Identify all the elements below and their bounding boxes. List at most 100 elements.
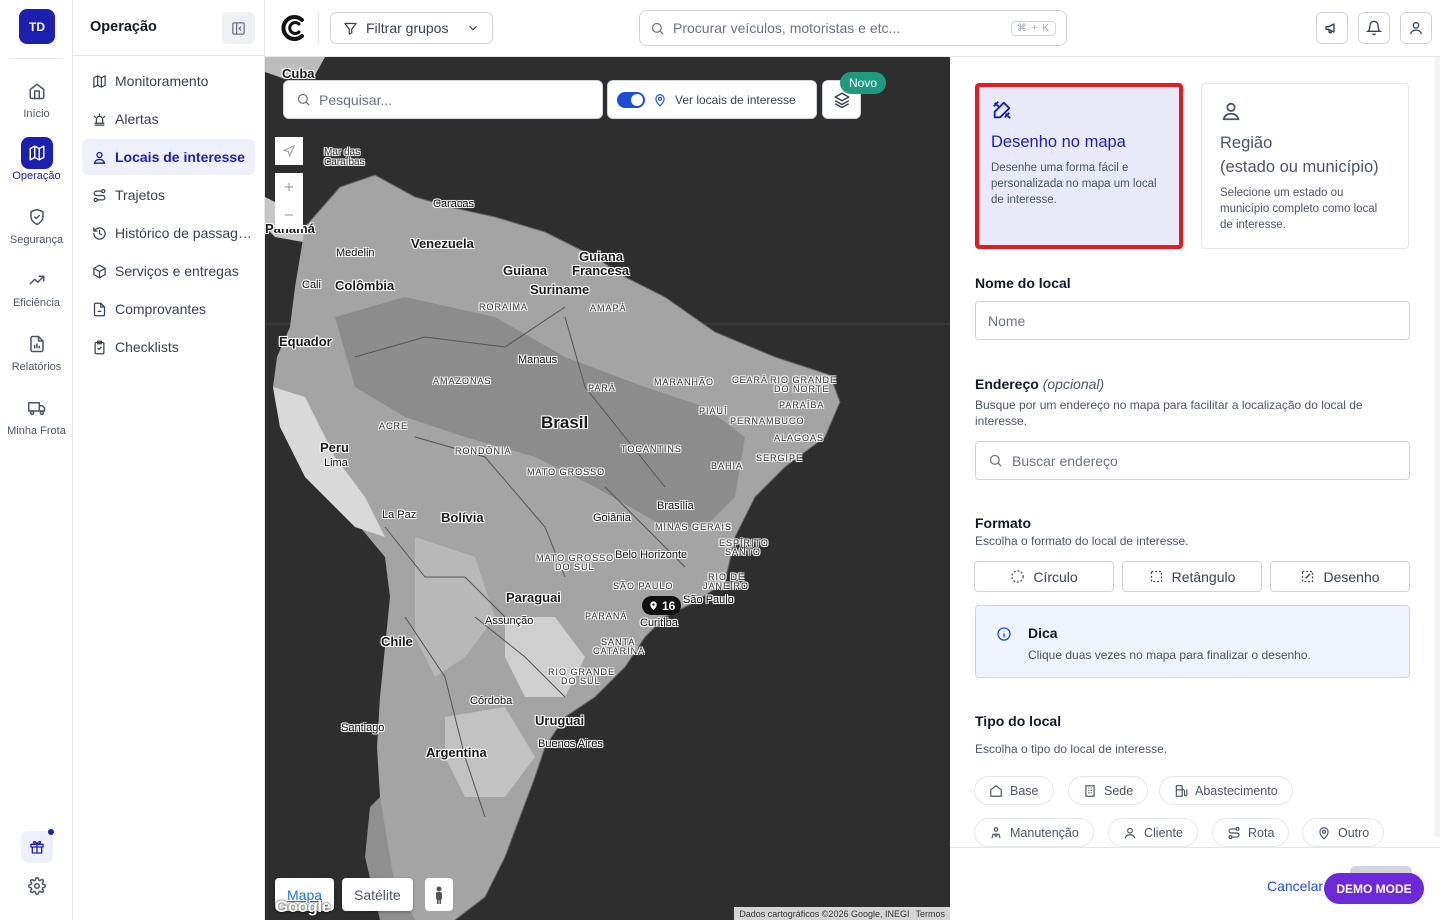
- terms-link[interactable]: Termos: [915, 909, 945, 919]
- type-chip-cliente[interactable]: Cliente: [1108, 818, 1198, 847]
- map-label: Brasil: [541, 413, 589, 432]
- map-label: Medelin: [336, 247, 375, 259]
- type-chip-outro[interactable]: Outro: [1302, 818, 1385, 847]
- map-label: ALAGOAS: [774, 433, 825, 443]
- map-label: Peru: [320, 440, 349, 455]
- org-avatar[interactable]: TD: [19, 9, 55, 44]
- rail-item-eficiencia[interactable]: Eficiência: [0, 264, 73, 309]
- map-label: AMAZONAS: [433, 376, 492, 386]
- minus-icon: [282, 208, 296, 222]
- name-field[interactable]: [975, 301, 1410, 340]
- vehicle-cluster-marker[interactable]: 16: [642, 596, 682, 615]
- map-label: Manaus: [518, 354, 558, 366]
- sidebar-item-checklists[interactable]: Checklists: [82, 329, 255, 365]
- sidebar-item-comprovantes[interactable]: Comprovantes: [82, 291, 255, 327]
- address-input[interactable]: [1012, 452, 1397, 469]
- zoom-out-button[interactable]: [275, 201, 303, 229]
- route-icon: [91, 187, 107, 203]
- name-input[interactable]: [988, 312, 1397, 329]
- map-label: BAHIA: [711, 461, 744, 471]
- search-icon: [296, 92, 311, 107]
- global-search[interactable]: ⌘ + K: [639, 10, 1067, 46]
- demo-mode-badge[interactable]: DEMO MODE: [1324, 873, 1424, 904]
- draw-on-map-option[interactable]: Desenho no mapa Desenhe uma forma fácil …: [975, 83, 1183, 249]
- format-circle-button[interactable]: Círculo: [974, 561, 1114, 592]
- street-view-button[interactable]: [425, 878, 453, 911]
- map-icon: [20, 137, 53, 169]
- notifications-button[interactable]: [1358, 12, 1390, 44]
- announcements-button[interactable]: [1316, 12, 1348, 44]
- sidebar-item-label: Locais de interesse: [115, 149, 245, 165]
- sidebar-item-alertas[interactable]: Alertas: [82, 101, 255, 137]
- map-search-input[interactable]: [319, 91, 590, 108]
- info-icon: [996, 626, 1012, 642]
- search-icon: [988, 453, 1003, 468]
- rail-item-label: Segurança: [9, 234, 64, 246]
- filter-groups-label: Filtrar grupos: [366, 20, 449, 36]
- type-chip-manutencao[interactable]: Manutenção: [974, 818, 1094, 847]
- attribution-text: Dados cartográficos ©2026 Google, INEGI: [739, 908, 910, 919]
- settings-button[interactable]: [21, 870, 53, 902]
- collapse-sidebar-button[interactable]: [222, 12, 255, 44]
- zoom-in-button[interactable]: [275, 173, 303, 201]
- gift-button[interactable]: [21, 828, 55, 863]
- map-label: TOCANTINS: [621, 444, 682, 454]
- filter-icon: [343, 21, 358, 36]
- format-rectangle-button[interactable]: Retângulo: [1122, 561, 1262, 592]
- cluster-count: 16: [662, 598, 676, 613]
- chevron-down-icon: [466, 21, 480, 35]
- filter-groups-button[interactable]: Filtrar grupos: [330, 12, 493, 44]
- rail-item-operacao[interactable]: Operação: [0, 137, 73, 182]
- brand-logo[interactable]: [281, 14, 307, 42]
- map-label: Goiânia: [593, 512, 631, 524]
- sidebar-item-historico[interactable]: Histórico de passagem: [82, 215, 255, 251]
- toggle-label: Ver locais de interesse: [675, 92, 796, 107]
- rail-item-seguranca[interactable]: Segurança: [0, 201, 73, 246]
- dashed-square-icon: [1149, 569, 1164, 584]
- create-location-panel: Desenho no mapa Desenhe uma forma fácil …: [950, 57, 1440, 920]
- gift-icon: [29, 839, 45, 855]
- sidebar-item-label: Comprovantes: [115, 301, 207, 317]
- map-pin-icon: [1317, 826, 1331, 840]
- type-chip-base[interactable]: Base: [974, 776, 1054, 805]
- section-sidebar: Operação Monitoramento Alertas Locais de…: [73, 0, 265, 920]
- map-search-box[interactable]: [283, 80, 603, 119]
- points-of-interest-toggle[interactable]: Ver locais de interesse: [607, 80, 817, 119]
- my-location-button[interactable]: [275, 137, 303, 165]
- sidebar-item-monitoramento[interactable]: Monitoramento: [82, 63, 255, 99]
- type-chip-abastecimento[interactable]: Abastecimento: [1159, 776, 1293, 805]
- map-label: São Paulo: [683, 594, 734, 606]
- top-bar: Filtrar grupos ⌘ + K: [265, 0, 1440, 57]
- toggle-switch[interactable]: [617, 91, 645, 108]
- map-label: DO SUL: [555, 562, 595, 572]
- map-label: MINAS GERAIS: [655, 522, 733, 532]
- rail-item-relatorios[interactable]: Relatórios: [0, 328, 73, 373]
- new-badge: Novo: [840, 72, 887, 94]
- region-option[interactable]: Região (estado ou município) Selecione u…: [1201, 83, 1409, 249]
- map-label: CEARÁ: [732, 375, 769, 385]
- sidebar-item-servicos[interactable]: Serviços e entregas: [82, 253, 255, 289]
- sidebar-item-locais-de-interesse[interactable]: Locais de interesse: [82, 139, 255, 175]
- user-menu-button[interactable]: [1400, 12, 1432, 44]
- map-label: Assunção: [485, 615, 534, 627]
- sidebar-item-trajetos[interactable]: Trajetos: [82, 177, 255, 213]
- map-label: Chile: [381, 634, 413, 649]
- rail-item-minha-frota[interactable]: Minha Frota: [0, 392, 73, 437]
- type-chip-rota[interactable]: Rota: [1212, 818, 1290, 847]
- global-search-input[interactable]: [673, 20, 1003, 36]
- map-label: RONDÔNIA: [455, 446, 512, 456]
- siren-icon: [91, 111, 107, 127]
- user-pin-icon: [91, 149, 107, 165]
- format-label-text: Desenho: [1323, 568, 1380, 585]
- map-view[interactable]: Cuba Mar das Caraíbas Caracas Venezuela …: [265, 57, 950, 920]
- panel-scrollbar[interactable]: [1434, 57, 1440, 837]
- rail-item-inicio[interactable]: Início: [0, 75, 73, 120]
- cancel-button[interactable]: Cancelar: [1267, 878, 1323, 894]
- map-label: PARANÁ: [585, 611, 628, 621]
- map-type-satellite-button[interactable]: Satélite: [342, 878, 413, 911]
- map-label: RORAIMA: [479, 302, 529, 312]
- type-chip-sede[interactable]: Sede: [1068, 776, 1149, 805]
- address-field[interactable]: [975, 441, 1410, 480]
- format-draw-button[interactable]: Desenho: [1270, 561, 1410, 592]
- trending-up-icon: [21, 264, 53, 296]
